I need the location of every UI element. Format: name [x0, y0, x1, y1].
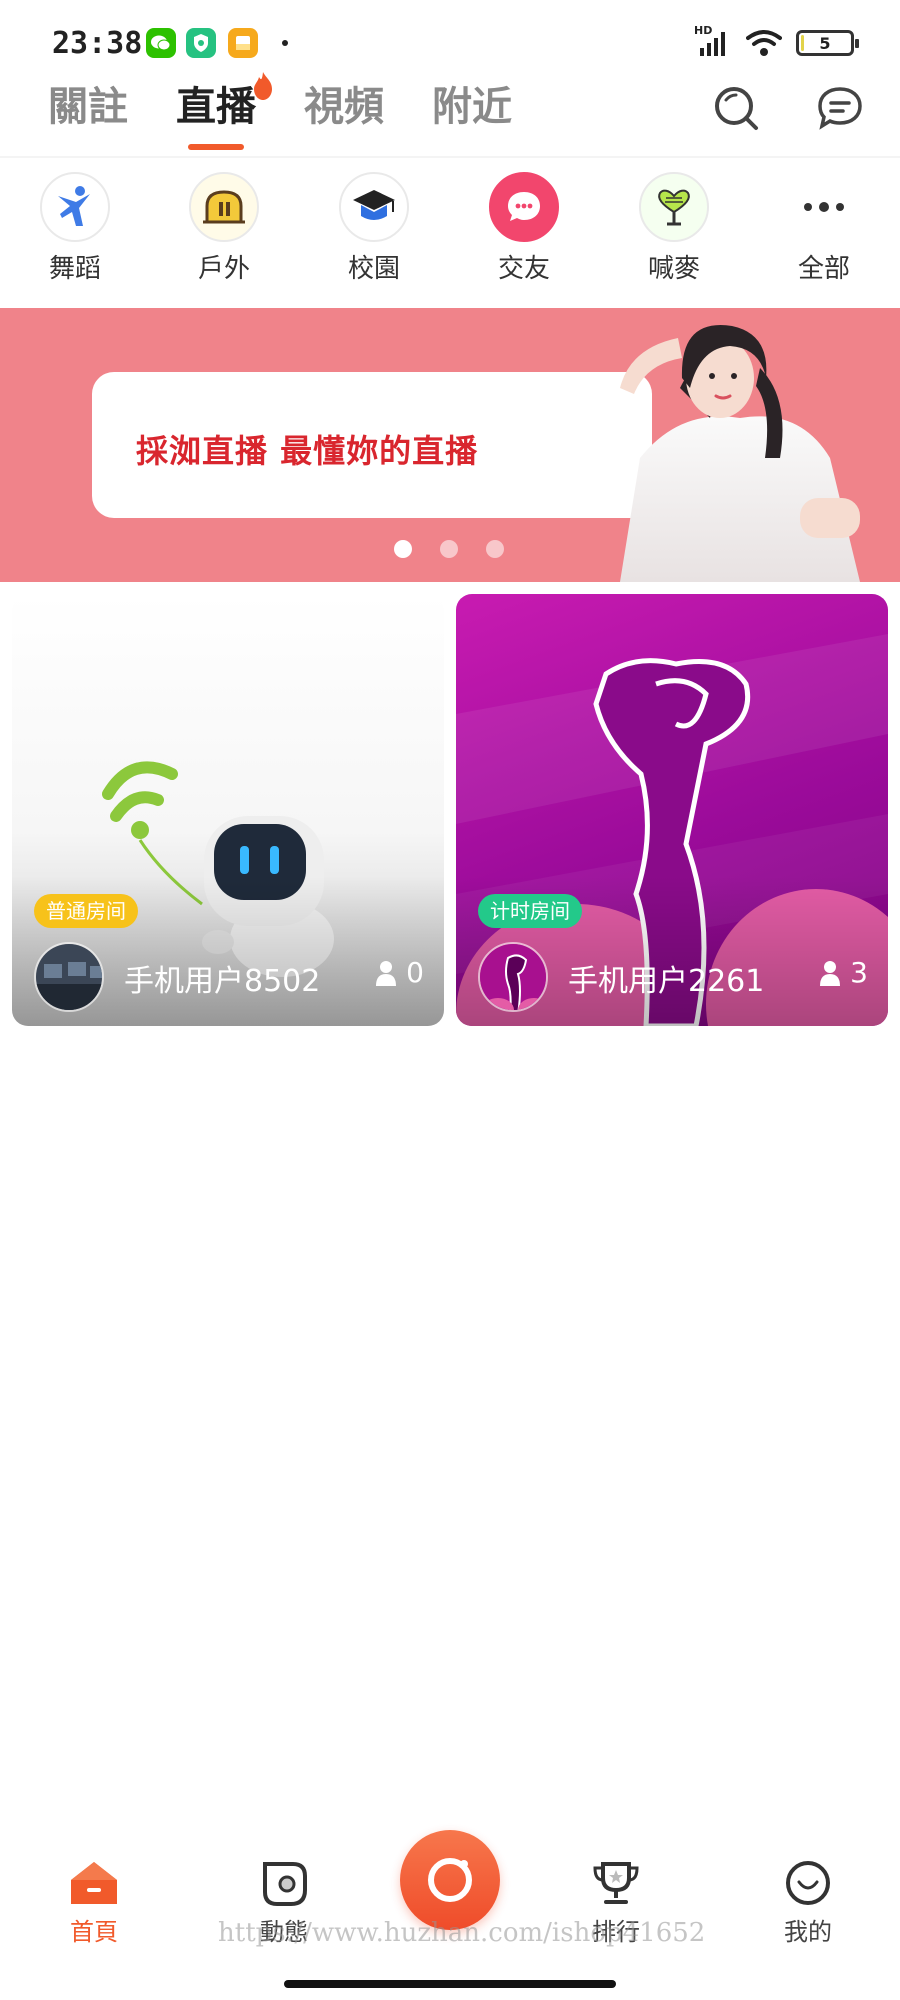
tab-live[interactable]: 直播 — [176, 72, 272, 150]
tab-video[interactable]: 視頻 — [304, 78, 384, 150]
banner-text: 採洳直播 最懂妳的直播 — [136, 432, 479, 470]
nav-label: 首頁 — [70, 1918, 118, 1946]
avatar[interactable] — [478, 942, 548, 1012]
home-icon — [71, 1862, 117, 1904]
home-indicator — [284, 1980, 616, 1988]
dancer-icon — [40, 172, 110, 242]
tab-follow-label: 關註 — [48, 84, 128, 130]
search-icon[interactable] — [712, 84, 760, 132]
top-tab-bar: 關註 直播 視頻 附近 — [48, 72, 512, 150]
category-label: 校園 — [347, 254, 400, 284]
tab-live-label: 直播 — [176, 84, 256, 130]
category-label: 交友 — [497, 254, 550, 284]
nav-profile[interactable]: 我的 — [748, 1860, 868, 1947]
tab-nearby[interactable]: 附近 — [432, 78, 512, 150]
category-outdoor[interactable]: 戶外 — [164, 172, 284, 285]
header-divider — [0, 156, 900, 158]
room-host-name: 手机用户2261 — [568, 964, 765, 999]
viewer-count-value: 3 — [850, 956, 868, 989]
graduation-cap-icon — [339, 172, 409, 242]
category-dance[interactable]: 舞蹈 — [15, 172, 135, 285]
live-room-card[interactable]: 计时房间 手机用户2261 3 — [456, 594, 888, 1026]
tab-follow[interactable]: 關註 — [48, 78, 128, 150]
category-row: 舞蹈 戶外 校園 交友 喊麥 全部 — [0, 172, 900, 292]
banner-dot[interactable] — [440, 540, 458, 558]
notification-dot — [282, 40, 288, 46]
start-live-button[interactable] — [400, 1830, 500, 1930]
room-host-name: 手机用户8502 — [124, 964, 321, 999]
chat-bubble-icon — [489, 172, 559, 242]
wechat-icon — [146, 28, 176, 58]
flame-icon — [254, 72, 272, 100]
nav-home[interactable]: 首頁 — [34, 1860, 154, 1947]
tab-video-label: 視頻 — [304, 84, 384, 130]
signal-icon: HD — [694, 24, 732, 58]
tab-nearby-label: 附近 — [432, 84, 512, 130]
tab-active-indicator — [188, 144, 244, 150]
status-right-group: HD 5 — [694, 24, 859, 60]
trophy-icon — [593, 1862, 639, 1904]
shield-app-icon — [186, 28, 216, 58]
category-friends[interactable]: 交友 — [464, 172, 584, 285]
profile-icon — [786, 1861, 830, 1905]
live-room-card[interactable]: 普通房间 手机用户8502 0 — [12, 594, 444, 1026]
notes-app-icon — [228, 28, 258, 58]
battery-level: 5 — [819, 33, 831, 53]
status-bar: 23:38 HD 5 — [0, 0, 900, 80]
room-type-badge: 计时房间 — [478, 894, 582, 928]
message-icon[interactable] — [816, 84, 864, 132]
category-label: 戶外 — [197, 254, 250, 284]
nav-label: 我的 — [784, 1918, 832, 1946]
moments-icon — [263, 1862, 307, 1906]
viewer-count: 0 — [376, 956, 424, 989]
category-label: 喊麥 — [647, 254, 700, 284]
banner-pagination — [394, 540, 504, 558]
person-icon — [376, 960, 397, 986]
banner-dot[interactable] — [394, 540, 412, 558]
tent-icon — [189, 172, 259, 242]
viewer-count-value: 0 — [406, 956, 424, 989]
category-campus[interactable]: 校園 — [314, 172, 434, 285]
category-all[interactable]: 全部 — [764, 172, 884, 285]
person-icon — [820, 960, 841, 986]
battery-icon: 5 — [796, 30, 859, 56]
room-type-badge: 普通房间 — [34, 894, 138, 928]
status-time: 23:38 — [52, 26, 143, 61]
category-label: 全部 — [797, 254, 850, 284]
watermark-text: https://www.huzhan.com/ishop41652 — [218, 1918, 706, 1948]
banner-dot[interactable] — [486, 540, 504, 558]
viewer-count: 3 — [820, 956, 868, 989]
banner-model-photo — [620, 325, 860, 582]
battery-fill — [801, 35, 804, 51]
avatar[interactable] — [34, 942, 104, 1012]
microphone-icon — [639, 172, 709, 242]
category-mc[interactable]: 喊麥 — [614, 172, 734, 285]
more-dots-icon — [789, 172, 859, 242]
wifi-icon — [746, 30, 782, 56]
live-camera-icon — [428, 1858, 472, 1902]
category-label: 舞蹈 — [48, 254, 101, 284]
